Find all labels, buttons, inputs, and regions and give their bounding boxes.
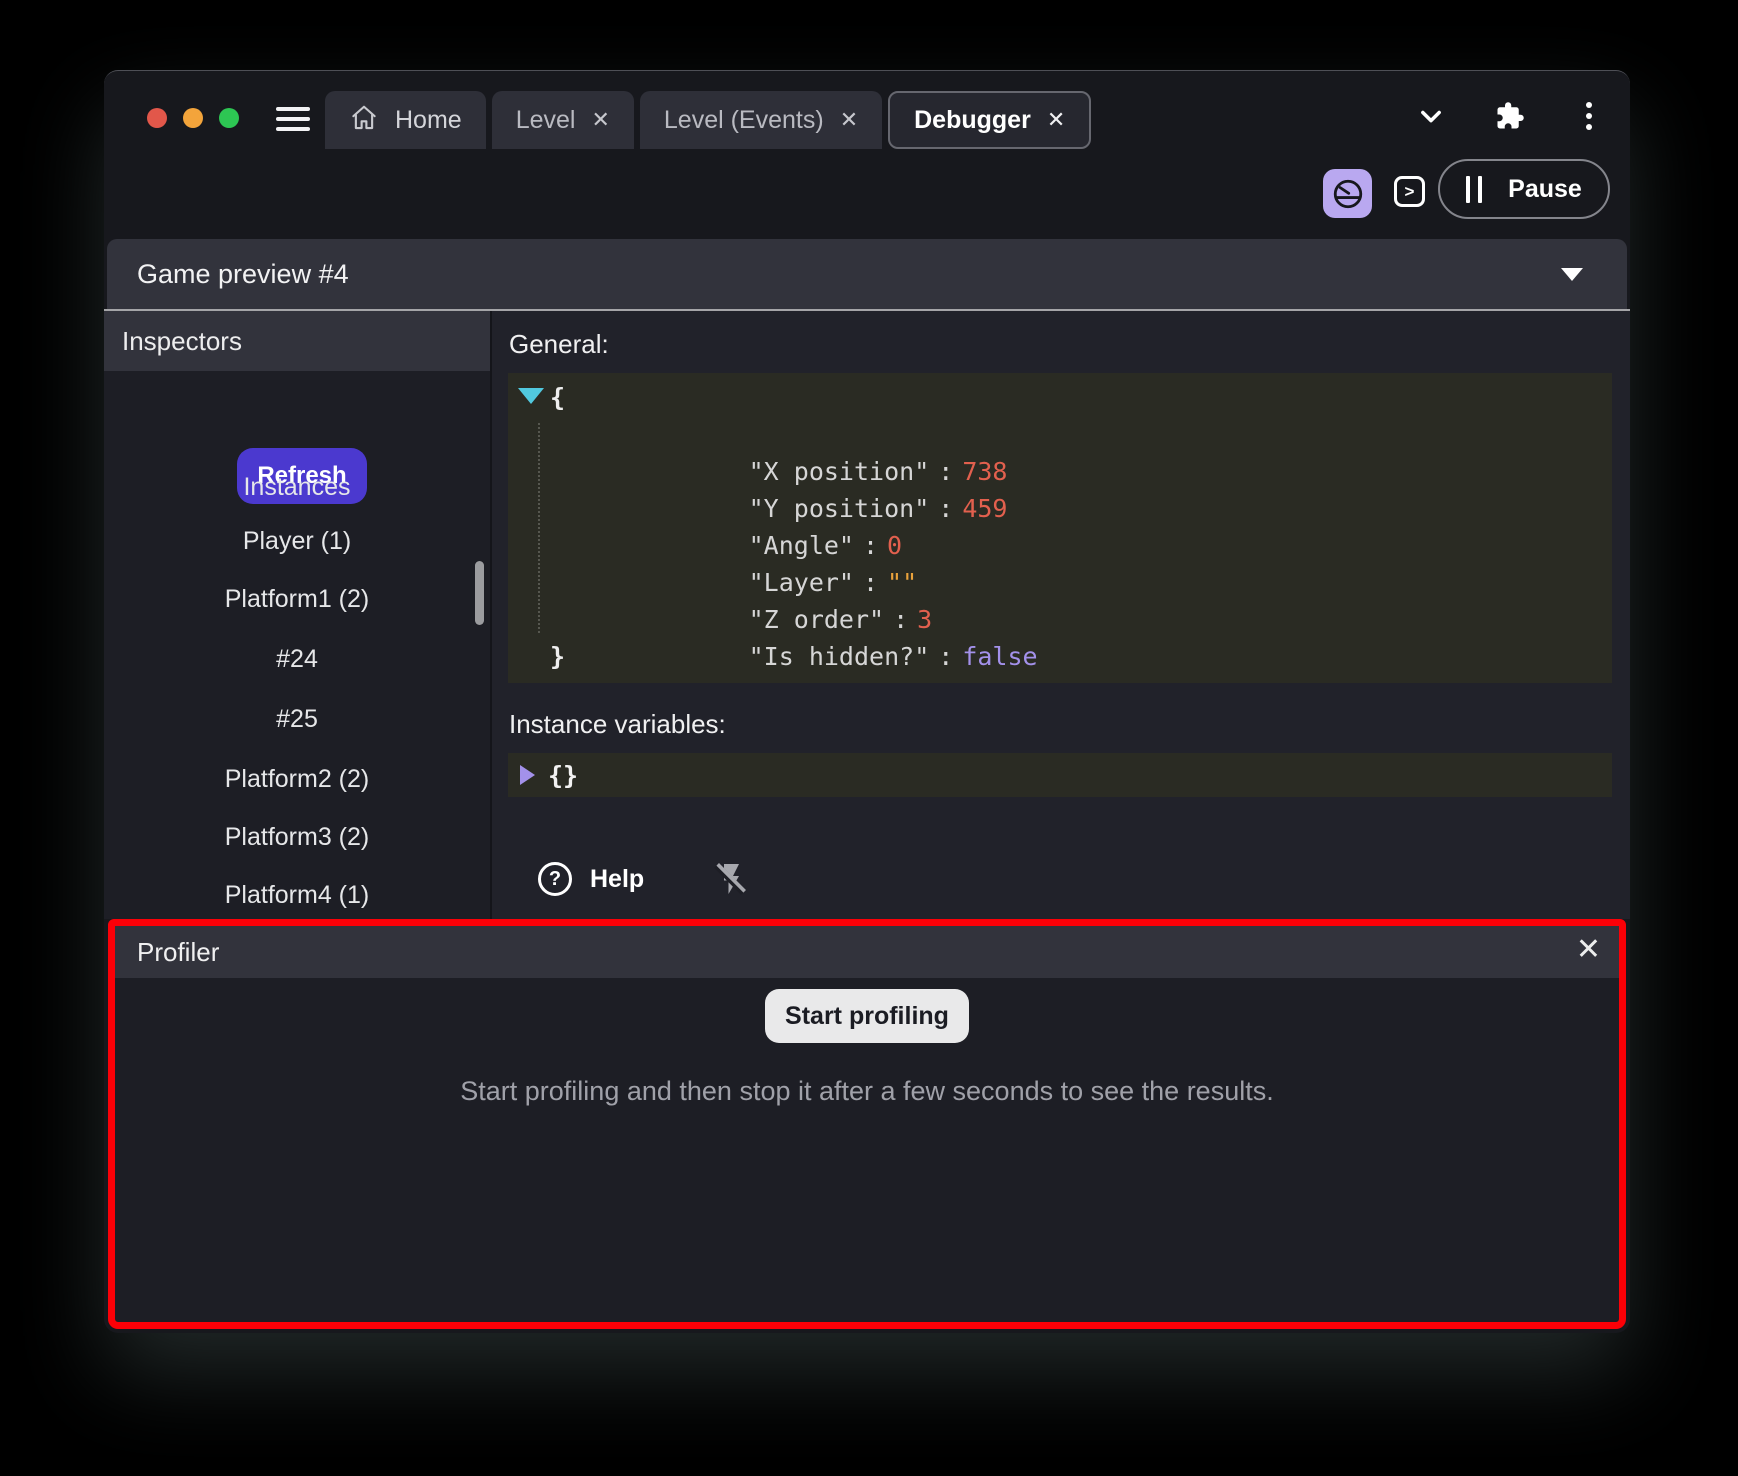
profiler-panel: Profiler ✕ Start profiling Start profili… — [108, 919, 1626, 1329]
profiler-hint-text: Start profiling and then stop it after a… — [460, 1076, 1274, 1106]
expand-triangle-icon[interactable] — [520, 765, 535, 785]
flash-off-icon[interactable] — [712, 861, 748, 897]
inspector-item-player[interactable]: Player (1) — [104, 526, 490, 556]
debugger-toolbar: > Pause — [104, 149, 1630, 239]
app-window: Home Level ✕ Level (Events) ✕ Debugger ✕ — [104, 70, 1630, 1333]
inspector-item-platform2[interactable]: Platform2 (2) — [104, 764, 490, 794]
home-icon — [349, 103, 379, 138]
window-controls — [147, 108, 239, 128]
collapse-caret-icon[interactable] — [1561, 268, 1583, 281]
titlebar-actions — [1416, 101, 1604, 131]
profiler-header: Profiler ✕ — [115, 926, 1619, 978]
general-json-view: { "X position":738 "Y position":459 "Ang… — [508, 373, 1612, 683]
chevron-down-icon[interactable] — [1416, 101, 1446, 131]
debugger-content: Inspectors Refresh Instances Player (1) … — [104, 311, 1630, 919]
profiler-title: Profiler — [137, 936, 220, 967]
help-button[interactable]: Help — [590, 865, 644, 894]
help-question-icon[interactable]: ? — [538, 862, 572, 896]
instance-variables-value: {} — [548, 760, 579, 790]
collapse-triangle-icon[interactable] — [518, 388, 544, 404]
inspector-item-platform3[interactable]: Platform3 (2) — [104, 822, 490, 852]
instance-variables-label: Instance variables: — [509, 709, 726, 739]
profiler-gauge-button[interactable] — [1323, 169, 1372, 218]
indent-guide — [538, 423, 540, 633]
screenshot-background: Home Level ✕ Level (Events) ✕ Debugger ✕ — [0, 0, 1738, 1476]
tab-debugger[interactable]: Debugger ✕ — [888, 91, 1092, 149]
inspector-item-25[interactable]: #25 — [104, 704, 490, 734]
tab-home[interactable]: Home — [325, 91, 486, 149]
pause-label: Pause — [1508, 174, 1582, 203]
game-preview-title: Game preview #4 — [137, 258, 349, 289]
close-icon[interactable]: ✕ — [1576, 932, 1601, 968]
tab-level-events[interactable]: Level (Events) ✕ — [639, 91, 883, 149]
pause-button[interactable]: Pause — [1438, 159, 1610, 219]
extensions-puzzle-icon[interactable] — [1495, 101, 1525, 131]
profiler-body: Start profiling Start profiling and then… — [115, 978, 1619, 1322]
help-row: ? Help — [538, 859, 748, 899]
minimize-window-button[interactable] — [183, 108, 203, 128]
open-brace: { — [550, 383, 566, 412]
close-icon[interactable]: ✕ — [840, 109, 858, 131]
game-preview-header[interactable]: Game preview #4 — [107, 239, 1627, 309]
inspector-item-instances[interactable]: Instances — [104, 472, 490, 502]
titlebar: Home Level ✕ Level (Events) ✕ Debugger ✕ — [104, 71, 1630, 149]
tab-bar: Home Level ✕ Level (Events) ✕ Debugger ✕ — [325, 91, 1092, 149]
tab-label: Home — [395, 105, 462, 134]
console-glyph: > — [1404, 181, 1415, 201]
general-label: General: — [509, 329, 609, 359]
inspector-item-platform4[interactable]: Platform4 (1) — [104, 880, 490, 910]
instance-variables-view: {} — [508, 753, 1612, 797]
close-icon[interactable]: ✕ — [591, 109, 609, 131]
json-row-x-position: "X position":738 — [748, 457, 1008, 486]
console-button[interactable]: > — [1394, 176, 1425, 207]
inspector-item-platform1[interactable]: Platform1 (2) — [104, 584, 490, 614]
zoom-window-button[interactable] — [219, 108, 239, 128]
close-icon[interactable]: ✕ — [1047, 109, 1065, 131]
tab-level[interactable]: Level ✕ — [491, 91, 634, 149]
close-window-button[interactable] — [147, 108, 167, 128]
inspector-item-24[interactable]: #24 — [104, 644, 490, 674]
tab-label: Level (Events) — [663, 105, 824, 134]
inspectors-title: Inspectors — [122, 325, 242, 356]
menu-icon[interactable] — [276, 107, 310, 131]
inspectors-panel: Inspectors Refresh Instances Player (1) … — [104, 311, 492, 919]
scrollbar-thumb[interactable] — [475, 561, 484, 625]
pause-icon — [1466, 175, 1483, 203]
more-options-icon[interactable] — [1574, 101, 1604, 131]
tab-label: Level — [515, 105, 576, 134]
inspectors-header: Inspectors — [104, 311, 490, 371]
instance-detail-panel: General: { "X position":738 "Y position"… — [493, 311, 1630, 919]
tab-label: Debugger — [914, 105, 1031, 134]
start-profiling-button[interactable]: Start profiling — [765, 989, 969, 1043]
